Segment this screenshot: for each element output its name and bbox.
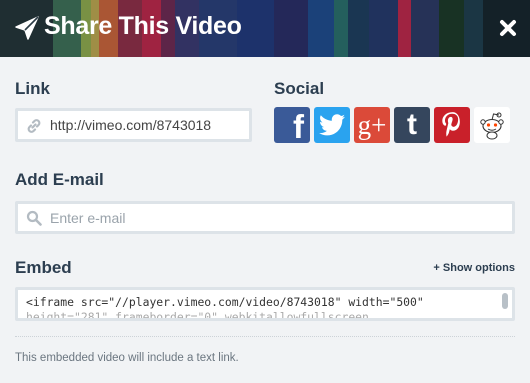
social-label: Social (274, 79, 325, 98)
twitter-icon[interactable] (314, 107, 350, 143)
embed-code-line-2: height="281" frameborder="0" webkitallow… (26, 310, 369, 321)
link-field[interactable]: http://vimeo.com/8743018 (15, 108, 252, 142)
reddit-icon[interactable] (474, 107, 510, 143)
embed-label: Embed (15, 258, 72, 277)
social-buttons: f g+ t (274, 107, 510, 143)
search-icon (26, 210, 42, 226)
divider (15, 336, 515, 337)
show-options-link[interactable]: + Show options (433, 262, 515, 274)
tumblr-icon[interactable]: t (394, 107, 430, 143)
email-input[interactable] (48, 207, 492, 229)
email-field-container (15, 201, 515, 234)
modal-header: Share This Video (0, 0, 530, 57)
embed-note: This embedded video will include a text … (15, 352, 239, 364)
add-email-label: Add E-mail (15, 170, 104, 189)
embed-code-field[interactable]: <iframe src="//player.vimeo.com/video/87… (15, 287, 515, 321)
embed-scrollbar[interactable] (502, 293, 508, 309)
facebook-icon[interactable]: f (274, 107, 310, 143)
close-icon[interactable] (496, 16, 520, 40)
link-label: Link (15, 79, 50, 98)
pinterest-icon[interactable] (434, 107, 470, 143)
link-url: http://vimeo.com/8743018 (50, 117, 212, 133)
embed-code-line-1: <iframe src="//player.vimeo.com/video/87… (26, 295, 424, 309)
chain-link-icon (27, 119, 41, 133)
google-plus-icon[interactable]: g+ (354, 107, 390, 143)
modal-title: Share This Video (44, 12, 242, 40)
send-icon (15, 16, 39, 40)
